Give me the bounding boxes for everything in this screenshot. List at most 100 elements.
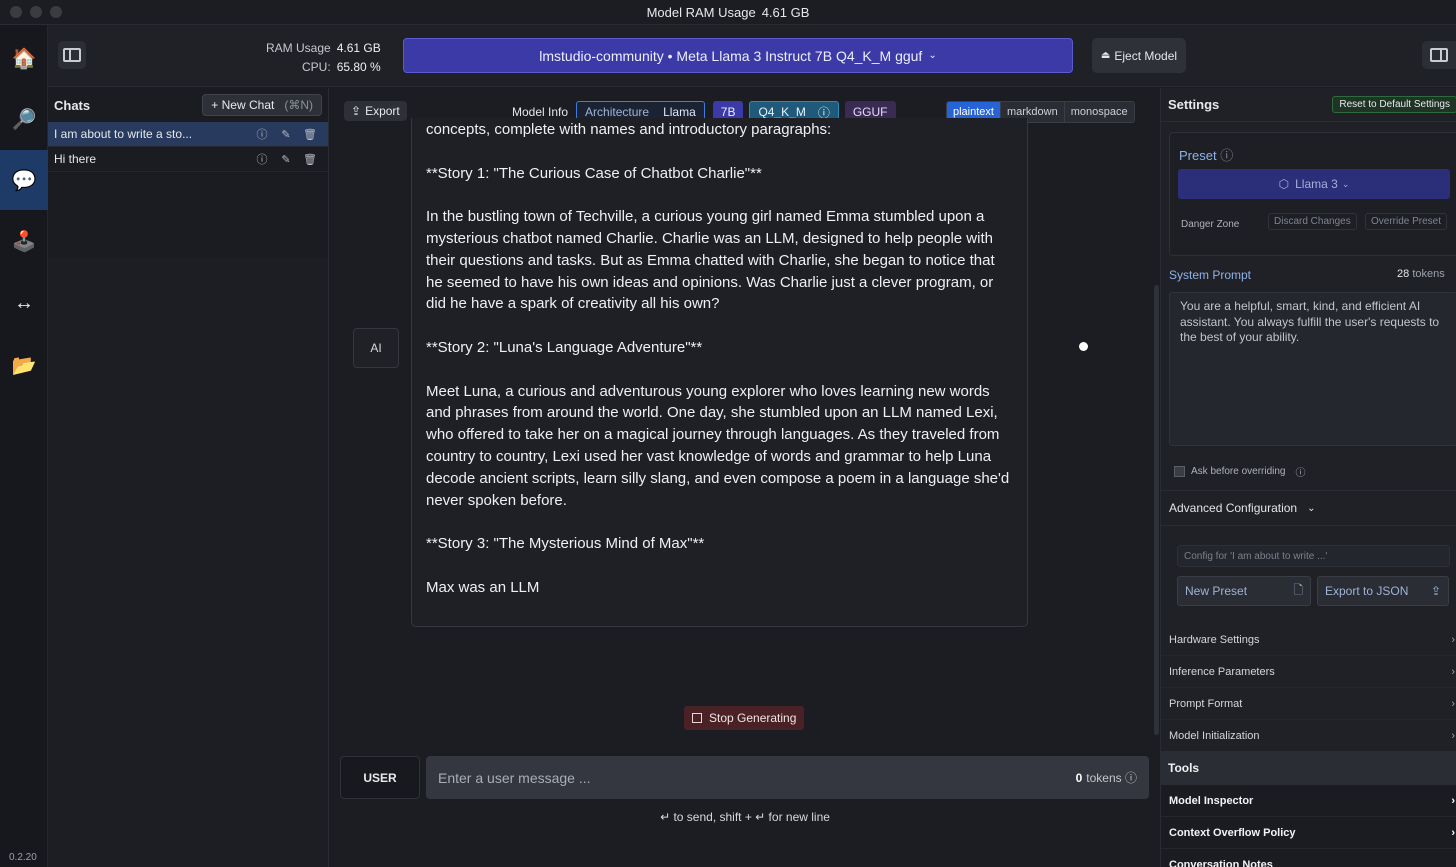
cpu-value: 65.80 % <box>336 60 381 74</box>
hardware-settings-section[interactable]: Hardware Settings › <box>1161 624 1456 656</box>
ai-role-label[interactable]: AI <box>353 328 399 368</box>
context-overflow-policy-section[interactable]: Context Overflow Policy › <box>1161 817 1456 849</box>
chevron-right-icon: › <box>1451 794 1455 807</box>
message-paragraph: **Story 3: "The Mysterious Mind of Max"*… <box>426 535 705 553</box>
stop-generating-button[interactable]: Stop Generating <box>684 706 805 730</box>
inference-parameters-section[interactable]: Inference Parameters › <box>1161 656 1456 688</box>
mouse-cursor <box>1079 342 1088 351</box>
discard-changes-button[interactable]: Discard Changes <box>1268 213 1357 230</box>
message-paragraph: **Story 1: "The Curious Case of Chatbot … <box>426 164 762 182</box>
sidebar-toggle-button[interactable] <box>58 41 86 69</box>
section-label: Prompt Format <box>1169 697 1243 710</box>
file-icon: 🗋 <box>1293 582 1303 597</box>
message-input[interactable]: Enter a user message ... 0 tokens ⓘ <box>426 756 1149 799</box>
cube-icon: ⬡ <box>1278 177 1290 191</box>
model-info-label: Model Info <box>512 105 569 119</box>
window-title-text: Model RAM Usage <box>646 4 756 20</box>
advanced-configuration-toggle[interactable]: Advanced Configuration ⌄ <box>1161 490 1456 526</box>
info-icon[interactable]: ⓘ <box>250 151 274 167</box>
message-paragraph: **Story 2: "Luna's Language Adventure"** <box>426 338 703 356</box>
system-prompt-label: System Prompt <box>1169 268 1252 282</box>
chat-icon[interactable]: 💬 <box>0 150 48 210</box>
chat-list-item[interactable]: Hi there ⓘ ✎ 🗑 <box>48 147 328 172</box>
sidebar-right-icon <box>1430 48 1448 62</box>
chevron-right-icon: › <box>1451 729 1455 742</box>
override-preset-button[interactable]: Override Preset <box>1365 213 1448 230</box>
message-paragraph: Max was an LLM <box>426 578 540 596</box>
model-inspector-section[interactable]: Model Inspector › <box>1161 785 1456 817</box>
settings-panel-toggle-button[interactable] <box>1422 41 1456 69</box>
reset-defaults-button[interactable]: Reset to Default Settings <box>1332 96 1456 113</box>
assistant-message: concepts, complete with names and introd… <box>411 118 1028 627</box>
eject-model-button[interactable]: ⏏ Eject Model <box>1092 38 1186 73</box>
trash-icon[interactable]: 🗑 <box>298 153 322 166</box>
window-title-value: 4.61 GB <box>761 4 810 20</box>
joystick-icon[interactable]: 🕹️ <box>0 211 48 271</box>
eject-label: Eject Model <box>1114 48 1178 63</box>
info-icon: ⓘ <box>1295 468 1306 479</box>
preset-selector[interactable]: ⬡ Llama 3 ⌄ <box>1178 169 1450 199</box>
format-monospace[interactable]: monospace <box>1064 102 1134 122</box>
ask-before-overriding[interactable]: Ask before overriding ⓘ <box>1174 464 1306 479</box>
preset-label: Preset ⓘ <box>1179 145 1233 164</box>
model-selector-label: lmstudio-community • Meta Llama 3 Instru… <box>539 47 923 64</box>
chat-main: ⇪ Export Model Info Architecture Llama 7B … <box>330 88 1160 867</box>
tokens-label: tokens <box>1412 268 1445 280</box>
ram-value: 4.61 GB <box>336 41 381 55</box>
section-label: Conversation Notes <box>1169 858 1273 867</box>
info-icon: ⓘ <box>1220 148 1234 163</box>
new-preset-button[interactable]: New Preset 🗋 <box>1177 576 1311 606</box>
token-count: 0 <box>1075 771 1083 785</box>
info-icon[interactable]: ⓘ <box>250 126 274 142</box>
top-header: RAM Usage 4.61 GB CPU: 65.80 % lmstudio-co… <box>48 25 1456 87</box>
message-placeholder: Enter a user message ... <box>438 769 591 786</box>
edit-icon[interactable]: ✎ <box>274 128 298 141</box>
system-prompt-section: System Prompt 28 tokens You are a helpfu… <box>1169 262 1456 452</box>
chevron-right-icon: › <box>1451 826 1455 839</box>
trash-icon[interactable]: 🗑 <box>298 128 322 141</box>
preset-section: Preset ⓘ ⬡ Llama 3 ⌄ Danger Zone Discard C… <box>1169 132 1456 256</box>
resource-usage: RAM Usage 4.61 GB CPU: 65.80 % <box>266 39 385 77</box>
chevron-down-icon: ⌄ <box>1341 178 1350 189</box>
user-role-toggle[interactable]: USER <box>340 756 420 799</box>
advanced-config-label: Advanced Configuration <box>1169 501 1298 515</box>
chevron-down-icon: ⌄ <box>928 50 937 61</box>
new-chat-button[interactable]: + New Chat (⌘N) <box>202 94 322 116</box>
export-json-button[interactable]: Export to JSON ⇪ <box>1317 576 1449 606</box>
system-prompt-input[interactable]: You are a helpful, smart, kind, and effi… <box>1169 292 1456 446</box>
chat-list-item[interactable]: I am about to write a sto... ⓘ ✎ 🗑 <box>48 122 328 147</box>
prompt-format-section[interactable]: Prompt Format › <box>1161 688 1456 720</box>
section-label: Inference Parameters <box>1169 665 1275 678</box>
export-json-label: Export to JSON <box>1325 584 1409 598</box>
section-label: Model Inspector <box>1169 794 1254 807</box>
folder-icon[interactable]: 📂 <box>0 335 48 395</box>
conversation-notes-section[interactable]: Conversation Notes <box>1161 849 1456 867</box>
edit-icon[interactable]: ✎ <box>274 153 298 166</box>
chevron-down-icon: ⌄ <box>1307 502 1316 514</box>
section-label: Hardware Settings <box>1169 633 1260 646</box>
chat-title: I am about to write a sto... <box>54 127 193 141</box>
config-for-label: Config for 'I am about to write ...' <box>1177 545 1450 567</box>
architecture-value: Llama <box>663 105 696 119</box>
model-initialization-section[interactable]: Model Initialization › <box>1161 720 1456 752</box>
model-selector[interactable]: lmstudio-community • Meta Llama 3 Instru… <box>403 38 1073 73</box>
sidebar-left-icon <box>63 48 81 62</box>
danger-zone-label: Danger Zone <box>1181 219 1240 230</box>
checkbox[interactable] <box>1174 466 1185 477</box>
search-icon[interactable]: 🔎 <box>0 89 48 149</box>
ask-override-label: Ask before overriding <box>1191 466 1286 477</box>
system-prompt-tokens: 28 tokens <box>1397 268 1445 280</box>
window-title: Model RAM Usage 4.61 GB <box>647 5 810 20</box>
eject-icon: ⏏ <box>1100 50 1111 61</box>
export-button[interactable]: ⇪ Export <box>344 101 407 121</box>
chat-scrollbar[interactable] <box>1154 285 1159 735</box>
chat-list-empty-area <box>48 258 328 867</box>
info-icon: ⓘ <box>1124 771 1137 785</box>
ram-label: RAM Usage <box>266 41 331 55</box>
home-icon[interactable]: 🏠 <box>0 28 48 88</box>
cpu-label: CPU: <box>302 60 331 74</box>
window-controls[interactable] <box>10 6 62 18</box>
preset-value: Llama 3 <box>1295 177 1338 191</box>
system-prompt-token-count: 28 <box>1397 268 1410 280</box>
server-arrows-icon[interactable]: ↔ <box>0 273 48 333</box>
